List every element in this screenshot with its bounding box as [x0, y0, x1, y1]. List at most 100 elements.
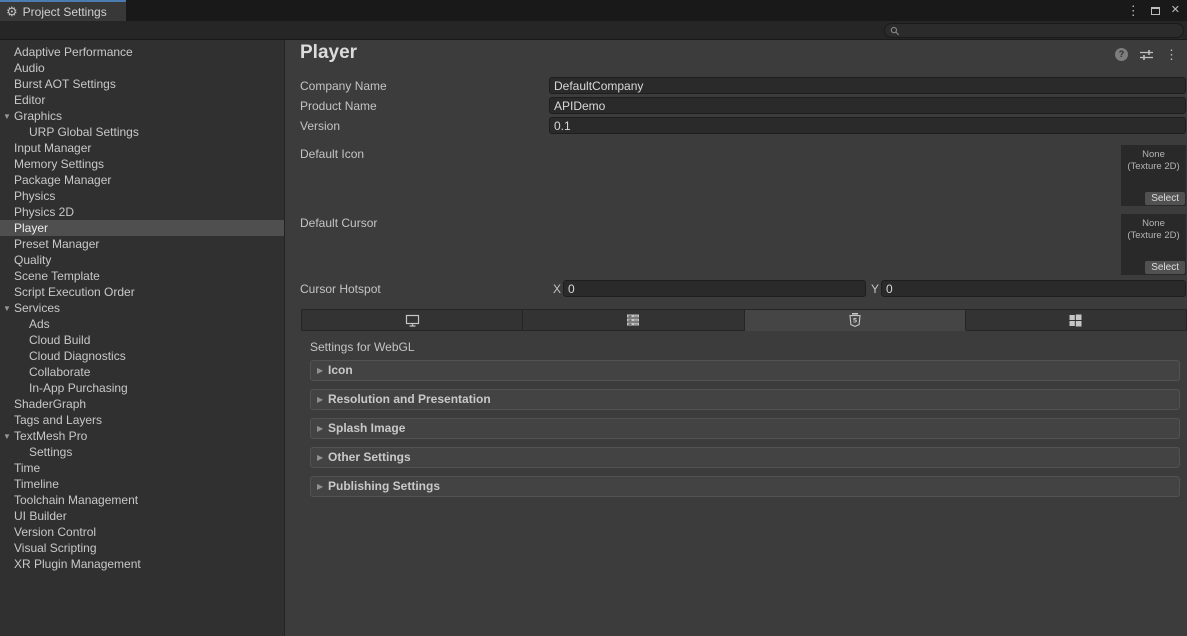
object-field-value: None: [1121, 149, 1186, 161]
sidebar-item[interactable]: ▼ Settings: [0, 444, 284, 460]
sidebar-item[interactable]: ▼ Graphics: [0, 108, 284, 124]
presets-icon[interactable]: [1139, 49, 1154, 61]
sidebar-item[interactable]: ▼ In-App Purchasing: [0, 380, 284, 396]
help-icon[interactable]: ?: [1115, 48, 1128, 61]
search-input[interactable]: [903, 25, 1183, 37]
project-settings-tab[interactable]: ⚙ Project Settings: [0, 0, 126, 21]
foldout-collapsed-icon: ▶: [317, 361, 323, 380]
company-name-field[interactable]: [549, 77, 1186, 94]
foldout-section-header[interactable]: ▶ Icon: [310, 360, 1180, 381]
foldout-collapsed-icon: ▶: [317, 477, 323, 496]
default-icon-object-field[interactable]: None (Texture 2D) Select: [1121, 145, 1186, 206]
foldout-label: Publishing Settings: [328, 479, 440, 493]
panel-header-icons: ? ⋮: [1115, 48, 1178, 61]
foldout-collapsed-icon: ▶: [317, 390, 323, 409]
sidebar-item[interactable]: ▼ Audio: [0, 60, 284, 76]
default-cursor-object-field[interactable]: None (Texture 2D) Select: [1121, 214, 1186, 275]
select-button[interactable]: Select: [1145, 192, 1185, 205]
sidebar-item-label: Tags and Layers: [14, 413, 102, 427]
settings-sidebar: ▼ Adaptive Performance ▼ Audio ▼ Burst A…: [0, 40, 285, 636]
sidebar-item-label: XR Plugin Management: [14, 557, 141, 571]
sidebar-item[interactable]: ▼ Cloud Build: [0, 332, 284, 348]
sidebar-item[interactable]: ▼ Physics 2D: [0, 204, 284, 220]
sidebar-item[interactable]: ▼ ShaderGraph: [0, 396, 284, 412]
foldout-label: Other Settings: [328, 450, 411, 464]
company-name-label: Company Name: [300, 79, 387, 93]
sidebar-item-label: UI Builder: [14, 509, 67, 523]
sidebar-item[interactable]: ▼ Ads: [0, 316, 284, 332]
sidebar-item-label: Editor: [14, 93, 45, 107]
sidebar-item-label: Script Execution Order: [14, 285, 135, 299]
sidebar-item[interactable]: ▼ Quality: [0, 252, 284, 268]
foldout-label: Splash Image: [328, 421, 405, 435]
sidebar-item[interactable]: ▼ Time: [0, 460, 284, 476]
sidebar-item[interactable]: ▼ Scene Template: [0, 268, 284, 284]
select-button[interactable]: Select: [1145, 261, 1185, 274]
window-menu-icon[interactable]: ⋮: [1127, 4, 1140, 17]
sidebar-item[interactable]: ▼ URP Global Settings: [0, 124, 284, 140]
maximize-icon[interactable]: [1151, 7, 1160, 15]
sidebar-item[interactable]: ▼ Preset Manager: [0, 236, 284, 252]
version-label: Version: [300, 119, 340, 133]
foldout-section-header[interactable]: ▶ Publishing Settings: [310, 476, 1180, 497]
platform-tabbar: 5: [301, 309, 1187, 331]
platform-tab-dedicated-server[interactable]: [523, 310, 744, 331]
version-field[interactable]: [549, 117, 1186, 134]
foldout-section-header[interactable]: ▶ Other Settings: [310, 447, 1180, 468]
sidebar-item[interactable]: ▼ Collaborate: [0, 364, 284, 380]
product-name-field[interactable]: [549, 97, 1186, 114]
platform-tab-desktop[interactable]: [301, 310, 523, 331]
sidebar-item[interactable]: ▼ Player: [0, 220, 284, 236]
platform-tab-webgl[interactable]: 5: [745, 310, 966, 331]
window-titlebar: ⚙ Project Settings ⋮ ✕: [0, 0, 1187, 21]
sidebar-item-label: Toolchain Management: [14, 493, 138, 507]
sidebar-item[interactable]: ▼ Toolchain Management: [0, 492, 284, 508]
panel-menu-icon[interactable]: ⋮: [1165, 48, 1178, 61]
object-field-type: (Texture 2D): [1121, 230, 1186, 242]
close-icon[interactable]: ✕: [1171, 5, 1180, 16]
foldout-label: Resolution and Presentation: [328, 392, 491, 406]
sidebar-item[interactable]: ▼ Services: [0, 300, 284, 316]
server-icon: [626, 314, 640, 326]
sidebar-item-label: ShaderGraph: [14, 397, 86, 411]
foldout-open-icon: ▼: [3, 429, 11, 445]
html5-icon: 5: [849, 313, 861, 328]
monitor-icon: [405, 314, 420, 327]
hotspot-y-label: Y: [871, 282, 879, 296]
hotspot-x-field[interactable]: [563, 280, 866, 297]
sidebar-item[interactable]: ▼ Input Manager: [0, 140, 284, 156]
sidebar-item[interactable]: ▼ Version Control: [0, 524, 284, 540]
sidebar-item[interactable]: ▼ Cloud Diagnostics: [0, 348, 284, 364]
sidebar-item[interactable]: ▼ UI Builder: [0, 508, 284, 524]
cursor-hotspot-label: Cursor Hotspot: [300, 282, 381, 296]
sidebar-item[interactable]: ▼ Memory Settings: [0, 156, 284, 172]
sidebar-item-label: Ads: [29, 317, 50, 331]
sidebar-item[interactable]: ▼ Physics: [0, 188, 284, 204]
sidebar-item[interactable]: ▼ Adaptive Performance: [0, 44, 284, 60]
sidebar-item-label: Preset Manager: [14, 237, 99, 251]
sidebar-item[interactable]: ▼ Burst AOT Settings: [0, 76, 284, 92]
sidebar-item-label: Timeline: [14, 477, 59, 491]
sidebar-item-label: Visual Scripting: [14, 541, 97, 555]
sidebar-item[interactable]: ▼ Script Execution Order: [0, 284, 284, 300]
foldout-section-header[interactable]: ▶ Splash Image: [310, 418, 1180, 439]
sidebar-item[interactable]: ▼ Visual Scripting: [0, 540, 284, 556]
platform-tab-windows[interactable]: [966, 310, 1187, 331]
sidebar-item[interactable]: ▼ Tags and Layers: [0, 412, 284, 428]
sidebar-item[interactable]: ▼ Editor: [0, 92, 284, 108]
sidebar-item-label: Version Control: [14, 525, 96, 539]
search-icon: [890, 26, 900, 36]
sidebar-item[interactable]: ▼ XR Plugin Management: [0, 556, 284, 572]
hotspot-y-field[interactable]: [881, 280, 1186, 297]
foldout-section-header[interactable]: ▶ Resolution and Presentation: [310, 389, 1180, 410]
foldout-open-icon: ▼: [3, 301, 11, 317]
search-box[interactable]: [884, 23, 1184, 38]
sidebar-item[interactable]: ▼ TextMesh Pro: [0, 428, 284, 444]
sidebar-item[interactable]: ▼ Timeline: [0, 476, 284, 492]
sidebar-item-label: Quality: [14, 253, 51, 267]
player-settings-panel: Player ? ⋮ Company Name Product Name Ver…: [286, 40, 1187, 636]
sidebar-item[interactable]: ▼ Package Manager: [0, 172, 284, 188]
sidebar-item-label: In-App Purchasing: [29, 381, 128, 395]
svg-text:5: 5: [852, 316, 857, 324]
object-field-type: (Texture 2D): [1121, 161, 1186, 173]
